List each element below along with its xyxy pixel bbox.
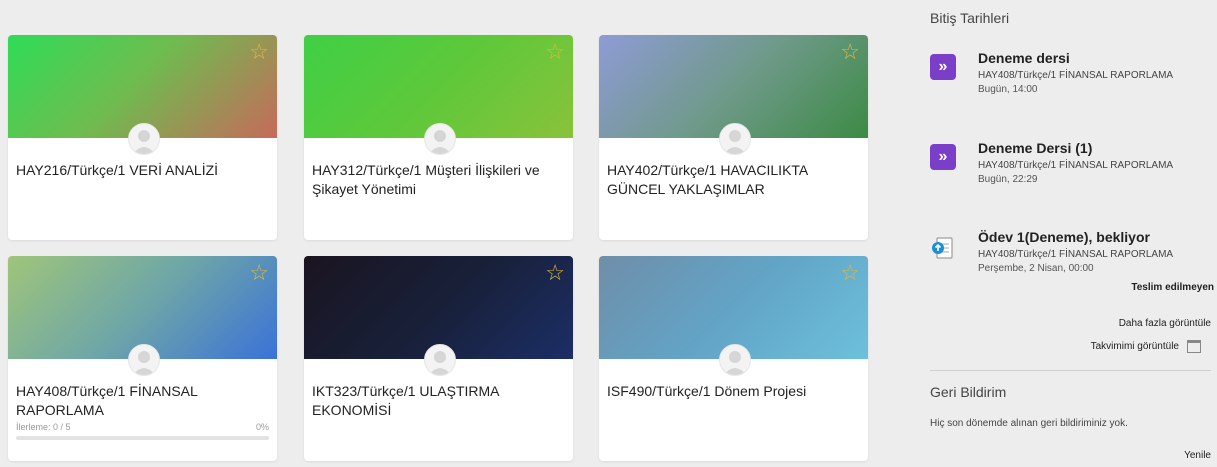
event-time: Bugün, 22:29 (978, 174, 1038, 185)
quiz-icon: » (930, 144, 956, 170)
course-title[interactable]: HAY312/Türkçe/1 Müşteri İlişkileri ve Şi… (312, 161, 565, 199)
event-title[interactable]: Deneme dersi (978, 50, 1070, 66)
progress-percent: 0% (255, 422, 269, 432)
feedback-empty-text: Hiç son dönemde alınan geri bildiriminiz… (930, 418, 1128, 429)
star-icon[interactable]: ☆ (545, 262, 565, 284)
avatar (423, 344, 456, 376)
event-time: Perşembe, 2 Nisan, 00:00 (978, 263, 1094, 274)
course-title[interactable]: IKT323/Türkçe/1 ULAŞTIRMA EKONOMİSİ (312, 382, 565, 420)
star-icon[interactable]: ☆ (249, 41, 269, 63)
course-title[interactable]: HAY216/Türkçe/1 VERİ ANALİZİ (16, 161, 269, 180)
divider (930, 370, 1211, 371)
course-card[interactable]: ☆ ISF490/Türkçe/1 Dönem Projesi (599, 256, 868, 461)
course-card[interactable]: ☆ IKT323/Türkçe/1 ULAŞTIRMA EKONOMİSİ (304, 256, 573, 461)
event-course[interactable]: HAY408/Türkçe/1 FİNANSAL RAPORLAMA (978, 70, 1173, 81)
avatar (127, 123, 160, 155)
progress-row: İlerleme: 0 / 5 0% (16, 422, 269, 432)
calendar-link[interactable]: Takvimimi görüntüle (1091, 340, 1201, 353)
more-link[interactable]: Daha fazla görüntüle (1119, 318, 1211, 329)
course-grid: ☆ HAY216/Türkçe/1 VERİ ANALİZİ ☆ HAY312/… (0, 0, 885, 467)
event-title[interactable]: Deneme Dersi (1) (978, 140, 1092, 156)
event-status: Teslim edilmeyen (1131, 282, 1214, 293)
avatar (127, 344, 160, 376)
course-title[interactable]: HAY402/Türkçe/1 HAVACILIKTA GÜNCEL YAKLA… (607, 161, 860, 199)
avatar (423, 123, 456, 155)
event-time: Bugün, 14:00 (978, 84, 1038, 95)
course-card[interactable]: ☆ HAY312/Türkçe/1 Müşteri İlişkileri ve … (304, 35, 573, 240)
right-sidebar: Bitiş Tarihleri » Deneme dersi HAY408/Tü… (920, 0, 1217, 467)
assignment-icon (930, 235, 956, 261)
calendar-icon[interactable] (1187, 340, 1201, 353)
star-icon[interactable]: ☆ (545, 41, 565, 63)
progress-label: İlerleme: 0 / 5 (16, 422, 71, 432)
avatar (718, 123, 751, 155)
event-item[interactable]: » Deneme Dersi (1) HAY408/Türkçe/1 FİNAN… (930, 140, 1210, 190)
course-card[interactable]: ☆ HAY402/Türkçe/1 HAVACILIKTA GÜNCEL YAK… (599, 35, 868, 240)
event-title[interactable]: Ödev 1(Deneme), bekliyor (978, 229, 1150, 245)
event-item[interactable]: Ödev 1(Deneme), bekliyor HAY408/Türkçe/1… (930, 229, 1214, 293)
event-course[interactable]: HAY408/Türkçe/1 FİNANSAL RAPORLAMA (978, 249, 1173, 260)
quiz-icon: » (930, 54, 956, 80)
feedback-title: Geri Bildirim (930, 384, 1007, 400)
calendar-link-label[interactable]: Takvimimi görüntüle (1091, 341, 1179, 352)
refresh-link[interactable]: Yenile (1184, 450, 1211, 461)
star-icon[interactable]: ☆ (840, 262, 860, 284)
course-title[interactable]: ISF490/Türkçe/1 Dönem Projesi (607, 382, 860, 401)
course-title[interactable]: HAY408/Türkçe/1 FİNANSAL RAPORLAMA (16, 382, 269, 420)
star-icon[interactable]: ☆ (249, 262, 269, 284)
avatar (718, 344, 751, 376)
event-item[interactable]: » Deneme dersi HAY408/Türkçe/1 FİNANSAL … (930, 50, 1210, 100)
course-card[interactable]: ☆ HAY408/Türkçe/1 FİNANSAL RAPORLAMA İle… (8, 256, 277, 461)
deadlines-title: Bitiş Tarihleri (930, 10, 1010, 26)
progress-bar (16, 436, 269, 440)
event-course[interactable]: HAY408/Türkçe/1 FİNANSAL RAPORLAMA (978, 160, 1173, 171)
star-icon[interactable]: ☆ (840, 41, 860, 63)
course-card[interactable]: ☆ HAY216/Türkçe/1 VERİ ANALİZİ (8, 35, 277, 240)
